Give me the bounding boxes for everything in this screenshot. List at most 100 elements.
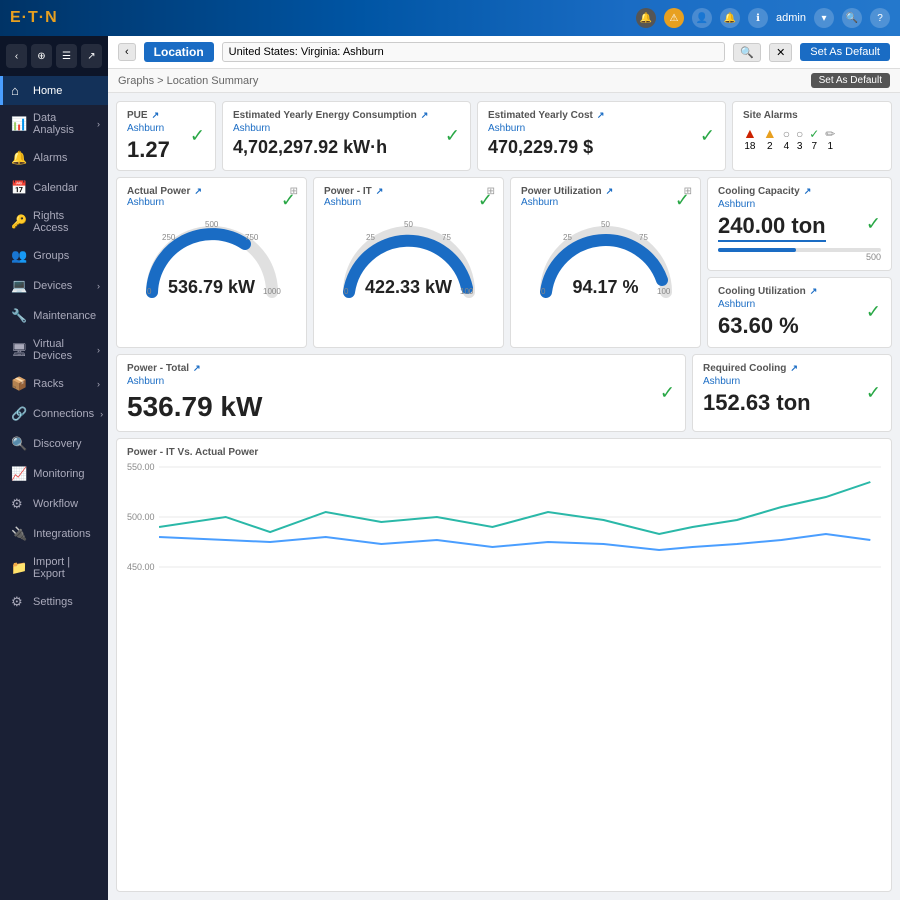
pue-link-icon: ↗ xyxy=(152,110,160,121)
breadcrumb: Graphs > Location Summary Set As Default xyxy=(108,69,900,93)
sidebar-item-maintenance[interactable]: 🔧 Maintenance xyxy=(0,301,108,331)
sidebar-item-data-analysis[interactable]: 📊 Data Analysis › xyxy=(0,105,108,143)
location-clear-button[interactable]: ✕ xyxy=(769,43,792,62)
svg-text:750: 750 xyxy=(245,233,259,242)
alarm-critical-icon: ▲ xyxy=(743,125,757,141)
svg-text:25: 25 xyxy=(563,233,572,242)
info-icon[interactable]: ℹ xyxy=(748,8,768,28)
required-cooling-card: Required Cooling ↗ Ashburn 152.63 ton ✓ xyxy=(692,354,892,432)
folder-icon: 📁 xyxy=(11,560,27,576)
sidebar-item-virtual-devices[interactable]: 🖥 Virtual Devices › xyxy=(0,331,108,369)
warning-icon[interactable]: ⚠ xyxy=(664,8,684,28)
sidebar-btn2[interactable]: ☰ xyxy=(56,44,77,68)
svg-text:50: 50 xyxy=(601,220,610,229)
yearly-cost-link-icon: ↗ xyxy=(597,110,605,121)
sidebar-item-label: Workflow xyxy=(33,498,78,510)
search-icon[interactable]: 🔍 xyxy=(842,8,862,28)
notification-icon[interactable]: 🔔 xyxy=(636,8,656,28)
power-it-expand-icon[interactable]: ⊞ xyxy=(487,186,495,197)
power-it-card: Power - IT ↗ Ashburn 0 25 50 75 100 xyxy=(313,177,504,347)
sidebar-item-import-export[interactable]: 📁 Import | Export xyxy=(0,549,108,587)
chart-title: Power - IT Vs. Actual Power xyxy=(127,447,881,458)
alarm-warning-icon: ▲ xyxy=(763,125,777,141)
power-utilization-subtitle: Ashburn xyxy=(521,197,690,208)
user-icon[interactable]: 👤 xyxy=(692,8,712,28)
sidebar-header: ‹ ⊕ ☰ ↗ xyxy=(0,36,108,76)
sidebar-item-discovery[interactable]: 🔍 Discovery xyxy=(0,429,108,459)
yearly-cost-card: Estimated Yearly Cost ↗ Ashburn 470,229.… xyxy=(477,101,726,171)
actual-power-expand-icon[interactable]: ⊞ xyxy=(290,186,298,197)
chevron-right-icon: › xyxy=(97,119,100,129)
required-cooling-subtitle: Ashburn xyxy=(703,376,881,387)
cooling-capacity-check-icon: ✓ xyxy=(866,214,881,235)
set-default-button[interactable]: Set As Default xyxy=(800,43,890,61)
yearly-energy-value: 4,702,297.92 kW·h xyxy=(233,138,460,158)
sidebar-item-label: Devices xyxy=(33,280,72,292)
cooling-utilization-title: Cooling Utilization ↗ xyxy=(718,286,881,297)
sidebar-item-calendar[interactable]: 📅 Calendar xyxy=(0,173,108,203)
pue-check-icon: ✓ xyxy=(190,126,205,147)
monitor-icon: 🖥 xyxy=(11,342,27,358)
alarm-critical: ▲ 18 xyxy=(743,125,757,152)
alarm-other-count: 1 xyxy=(828,141,834,152)
location-label: Location xyxy=(144,42,214,62)
sidebar-item-settings[interactable]: ⚙ Settings xyxy=(0,587,108,617)
sidebar-item-label: Racks xyxy=(33,378,64,390)
sidebar-btn1[interactable]: ⊕ xyxy=(31,44,52,68)
row-1: PUE ↗ Ashburn 1.27 ✓ Estimated Yearly En… xyxy=(116,101,892,171)
help-icon[interactable]: ? xyxy=(870,8,890,28)
svg-text:75: 75 xyxy=(639,233,648,242)
main-layout: ‹ ⊕ ☰ ↗ ⌂ Home 📊 Data Analysis › 🔔 Alarm… xyxy=(0,36,900,900)
sidebar-item-workflow[interactable]: ⚙ Workflow xyxy=(0,489,108,519)
logo: E·T·N xyxy=(10,9,58,27)
yearly-energy-subtitle: Ashburn xyxy=(233,123,460,134)
cooling-utilization-subtitle: Ashburn xyxy=(718,299,881,310)
sidebar-item-racks[interactable]: 📦 Racks › xyxy=(0,369,108,399)
svg-text:0: 0 xyxy=(541,287,546,296)
sidebar-item-label: Discovery xyxy=(33,438,81,450)
back-button[interactable]: ‹ xyxy=(118,43,136,61)
alarm-info2-icon: ○ xyxy=(796,127,803,141)
chevron-right-icon: › xyxy=(100,409,103,419)
power-utilization-expand-icon[interactable]: ⊞ xyxy=(684,186,692,197)
alert-icon[interactable]: 🔔 xyxy=(720,8,740,28)
alarm-icons: ▲ 18 ▲ 2 ○ 4 ○ 3 xyxy=(743,125,881,152)
wrench-icon: 🔧 xyxy=(11,308,27,324)
cooling-capacity-bar-label: 500 xyxy=(718,252,881,262)
sidebar-item-label: Alarms xyxy=(33,152,67,164)
breadcrumb-set-default-button[interactable]: Set As Default xyxy=(811,73,890,88)
sidebar-toggle[interactable]: ‹ xyxy=(6,44,27,68)
sidebar-item-alarms[interactable]: 🔔 Alarms xyxy=(0,143,108,173)
actual-power-title: Actual Power ↗ xyxy=(127,186,296,197)
settings-icon: ⚙ xyxy=(11,594,27,610)
chart-y-min: 450.00 xyxy=(127,562,155,572)
sidebar-item-integrations[interactable]: 🔌 Integrations xyxy=(0,519,108,549)
power-it-subtitle: Ashburn xyxy=(324,197,493,208)
yearly-cost-title: Estimated Yearly Cost ↗ xyxy=(488,110,715,121)
workflow-icon: ⚙ xyxy=(11,496,27,512)
alarm-ok-icon: ✓ xyxy=(809,127,819,141)
cooling-utilization-card: Cooling Utilization ↗ Ashburn 63.60 % ✓ xyxy=(707,277,892,347)
sidebar-item-rights-access[interactable]: 🔑 Rights Access xyxy=(0,203,108,241)
sidebar-item-home[interactable]: ⌂ Home xyxy=(0,76,108,105)
yearly-energy-check-icon: ✓ xyxy=(445,126,460,147)
sidebar-item-connections[interactable]: 🔗 Connections › xyxy=(0,399,108,429)
chevron-down-icon[interactable]: ▾ xyxy=(814,8,834,28)
location-input[interactable] xyxy=(222,42,726,62)
cooling-capacity-link-icon: ↗ xyxy=(804,186,812,197)
top-nav-right: 🔔 ⚠ 👤 🔔 ℹ admin ▾ 🔍 ? xyxy=(636,8,890,28)
row-3: Power - Total ↗ Ashburn 536.79 kW ✓ Requ… xyxy=(116,354,892,432)
power-it-link-icon: ↗ xyxy=(376,186,384,197)
sidebar-item-groups[interactable]: 👥 Groups xyxy=(0,241,108,271)
location-bar: ‹ Location 🔍 ✕ Set As Default xyxy=(108,36,900,69)
sidebar-btn3[interactable]: ↗ xyxy=(81,44,102,68)
sidebar-item-monitoring[interactable]: 📈 Monitoring xyxy=(0,459,108,489)
chevron-right-icon: › xyxy=(97,379,100,389)
power-total-card: Power - Total ↗ Ashburn 536.79 kW ✓ xyxy=(116,354,686,432)
power-total-title: Power - Total ↗ xyxy=(127,363,675,374)
sidebar-item-devices[interactable]: 💻 Devices › xyxy=(0,271,108,301)
row-2: Actual Power ↗ Ashburn 0 250 500 750 xyxy=(116,177,892,347)
svg-text:25: 25 xyxy=(366,233,375,242)
location-search-button[interactable]: 🔍 xyxy=(733,43,761,62)
alarm-other-icon: ✏ xyxy=(825,127,835,141)
